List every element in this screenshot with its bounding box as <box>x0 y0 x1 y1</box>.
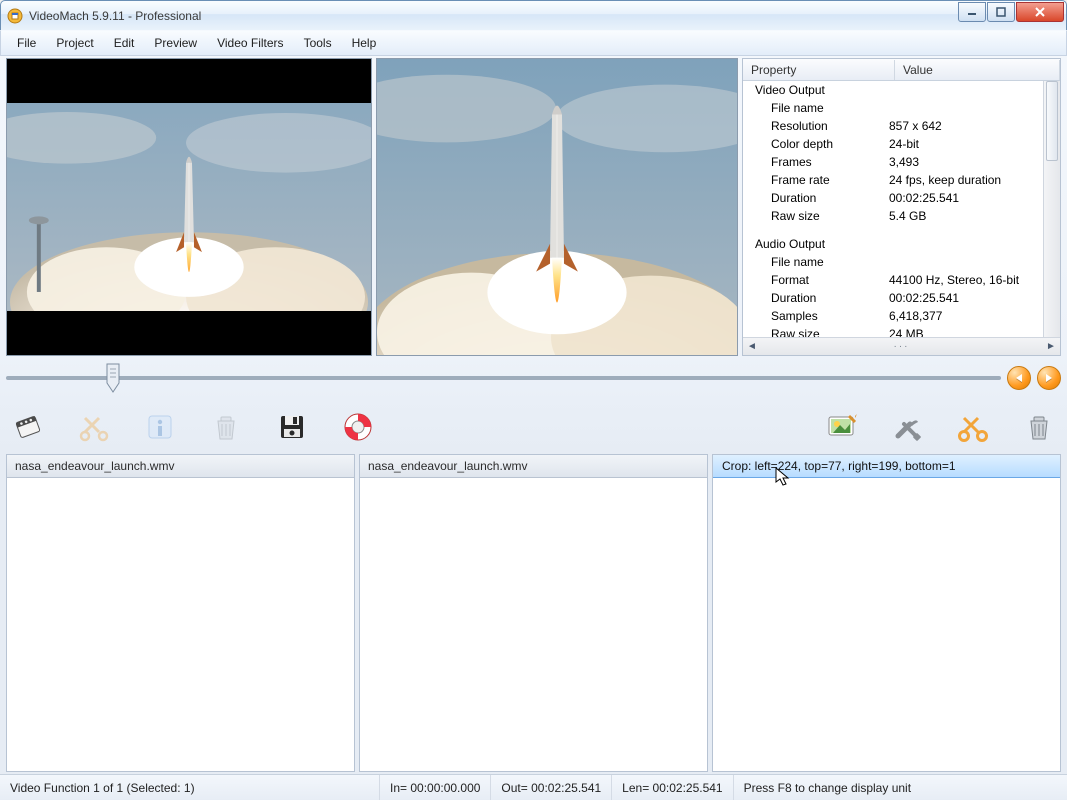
property-row[interactable]: Frame rate24 fps, keep duration <box>743 171 1060 189</box>
property-row[interactable]: Color depth24-bit <box>743 135 1060 153</box>
property-value: 00:02:25.541 <box>883 191 1060 205</box>
scroll-left-icon[interactable]: ◄ <box>743 339 761 355</box>
mouse-cursor-icon <box>775 467 791 487</box>
property-name: Raw size <box>743 327 883 337</box>
property-name: Duration <box>743 191 883 205</box>
info-button[interactable] <box>140 407 180 447</box>
property-row[interactable]: Format44100 Hz, Stereo, 16-bit <box>743 271 1060 289</box>
menu-tools[interactable]: Tools <box>294 33 342 53</box>
settings-tools-button[interactable] <box>887 407 927 447</box>
menu-project[interactable]: Project <box>46 33 103 53</box>
scissors-button[interactable] <box>953 407 993 447</box>
letterbox-top <box>7 59 371 103</box>
property-value: 5.4 GB <box>883 209 1060 223</box>
maximize-button[interactable] <box>987 2 1015 22</box>
menu-preview[interactable]: Preview <box>144 33 207 53</box>
open-files-button[interactable] <box>8 407 48 447</box>
property-name: File name <box>743 255 883 269</box>
menu-video-filters[interactable]: Video Filters <box>207 33 293 53</box>
letterbox-bottom <box>7 311 371 355</box>
window-controls <box>957 2 1064 22</box>
timeline-slider[interactable] <box>6 360 1001 396</box>
statusbar: Video Function 1 of 1 (Selected: 1) In= … <box>0 774 1067 800</box>
toolbar <box>0 400 1067 454</box>
property-value: 24 fps, keep duration <box>883 173 1060 187</box>
property-name: Resolution <box>743 119 883 133</box>
next-frame-button[interactable] <box>1037 366 1061 390</box>
timeline-row <box>0 356 1067 400</box>
property-row[interactable]: Frames3,493 <box>743 153 1060 171</box>
input-files-list[interactable]: nasa_endeavour_launch.wmv <box>6 454 355 772</box>
property-value: 6,418,377 <box>883 309 1060 323</box>
delete-filter-button[interactable] <box>1019 407 1059 447</box>
minimize-button[interactable] <box>958 2 986 22</box>
property-row[interactable]: Duration00:02:25.541 <box>743 289 1060 307</box>
image-filter-button[interactable] <box>821 407 861 447</box>
property-name: Format <box>743 273 883 287</box>
property-row[interactable]: File name <box>743 99 1060 117</box>
delete-file-button[interactable] <box>206 407 246 447</box>
property-name: Frame rate <box>743 173 883 187</box>
menu-edit[interactable]: Edit <box>104 33 145 53</box>
save-button[interactable] <box>272 407 312 447</box>
property-group-title[interactable]: Video Output <box>743 81 1060 99</box>
output-preview[interactable] <box>376 58 738 356</box>
window-title: VideoMach 5.9.11 - Professional <box>29 9 1060 23</box>
output-files-list[interactable]: nasa_endeavour_launch.wmv <box>359 454 708 772</box>
status-len: Len= 00:02:25.541 <box>612 775 733 800</box>
property-row[interactable]: Resolution857 x 642 <box>743 117 1060 135</box>
menu-help[interactable]: Help <box>342 33 387 53</box>
property-row[interactable]: Raw size24 MB <box>743 325 1060 337</box>
property-name: Frames <box>743 155 883 169</box>
app-icon <box>7 8 23 24</box>
status-selection: Video Function 1 of 1 (Selected: 1) <box>0 775 380 800</box>
property-header: Property Value <box>743 59 1060 81</box>
property-row[interactable]: Duration00:02:25.541 <box>743 189 1060 207</box>
scroll-right-icon[interactable]: ► <box>1042 339 1060 355</box>
property-name: Color depth <box>743 137 883 151</box>
upper-panes: Property Value Video Output File name Reso… <box>0 56 1067 356</box>
source-preview[interactable] <box>6 58 372 356</box>
property-header-name[interactable]: Property <box>743 60 895 80</box>
property-value: 44100 Hz, Stereo, 16-bit <box>883 273 1060 287</box>
list-item-selected[interactable]: Crop: left=224, top=77, right=199, botto… <box>712 454 1061 478</box>
property-value: 3,493 <box>883 155 1060 169</box>
scroll-track[interactable]: ··· <box>761 341 1042 352</box>
help-lifebuoy-button[interactable] <box>338 407 378 447</box>
property-group-title[interactable]: Audio Output <box>743 235 1060 253</box>
prev-frame-button[interactable] <box>1007 366 1031 390</box>
property-panel: Property Value Video Output File name Reso… <box>742 58 1061 356</box>
titlebar: VideoMach 5.9.11 - Professional <box>0 0 1067 30</box>
menubar: File Project Edit Preview Video Filters … <box>0 30 1067 56</box>
lists-area: nasa_endeavour_launch.wmv nasa_endeavour… <box>0 454 1067 774</box>
filters-list[interactable]: Crop: left=224, top=77, right=199, botto… <box>712 454 1061 772</box>
status-hint: Press F8 to change display unit <box>734 775 1067 800</box>
property-row[interactable]: Raw size5.4 GB <box>743 207 1060 225</box>
property-name: Samples <box>743 309 883 323</box>
property-row[interactable]: Samples6,418,377 <box>743 307 1060 325</box>
property-horizontal-scrollbar[interactable]: ◄ ··· ► <box>743 337 1060 355</box>
property-row[interactable]: File name <box>743 253 1060 271</box>
property-name: Raw size <box>743 209 883 223</box>
property-header-value[interactable]: Value <box>895 60 1060 80</box>
property-vertical-scrollbar[interactable] <box>1043 81 1060 337</box>
list-item[interactable]: nasa_endeavour_launch.wmv <box>360 455 707 478</box>
output-frame-image <box>377 59 737 355</box>
close-button[interactable] <box>1016 2 1064 22</box>
property-value: 857 x 642 <box>883 119 1060 133</box>
property-value: 00:02:25.541 <box>883 291 1060 305</box>
status-out: Out= 00:02:25.541 <box>491 775 612 800</box>
list-item[interactable]: nasa_endeavour_launch.wmv <box>7 455 354 478</box>
property-name: Duration <box>743 291 883 305</box>
cut-button[interactable] <box>74 407 114 447</box>
property-name: File name <box>743 101 883 115</box>
status-in: In= 00:00:00.000 <box>380 775 491 800</box>
timeline-thumb[interactable] <box>106 363 120 393</box>
property-value: 24-bit <box>883 137 1060 151</box>
property-value: 24 MB <box>883 327 1060 337</box>
menu-file[interactable]: File <box>7 33 46 53</box>
source-frame-image <box>7 103 371 312</box>
